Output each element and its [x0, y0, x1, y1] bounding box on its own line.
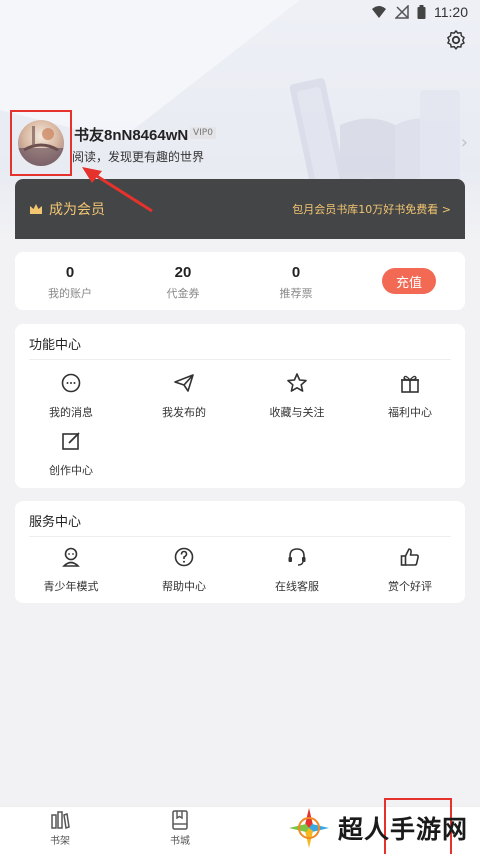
grid-item-rate-app[interactable]: 赏个好评 [360, 546, 460, 594]
nav-item-bookstore[interactable]: 书城 [150, 809, 210, 847]
help-icon [174, 547, 194, 567]
grid-item-favorites[interactable]: 收藏与关注 [247, 372, 347, 420]
nav-label: 书架 [50, 836, 70, 847]
function-center-card: 功能中心 我的消息 我发布的 收藏与关注 福利中心 创作中心 [15, 324, 465, 488]
crown-icon [30, 204, 42, 214]
voucher-value: 20 [174, 264, 192, 281]
battery-icon [417, 5, 426, 19]
grid-item-teen-mode[interactable]: 青少年模式 [21, 546, 121, 594]
avatar[interactable] [18, 120, 64, 166]
recommend-ticket[interactable]: 0 推荐票 [256, 264, 336, 301]
grid-item-messages[interactable]: 我的消息 [21, 372, 121, 420]
wifi-icon [372, 6, 386, 18]
grid-item-label: 我的消息 [49, 406, 93, 419]
nav-item-bookshelf[interactable]: 书架 [30, 809, 90, 847]
chevron-right-icon[interactable]: › [461, 132, 468, 153]
account-balance[interactable]: 0 我的账户 [30, 264, 110, 301]
thumbs-up-icon [400, 548, 419, 566]
nav-label: 书城 [170, 836, 190, 847]
annotation-arrow [82, 167, 153, 213]
bookshelf-icon [51, 811, 70, 829]
bookstore-icon [172, 810, 188, 830]
grid-item-label: 创作中心 [49, 464, 93, 477]
grid-item-published[interactable]: 我发布的 [134, 372, 234, 420]
headset-icon [288, 548, 306, 566]
grid-item-help[interactable]: 帮助中心 [134, 546, 234, 594]
divider [29, 536, 451, 537]
grid-item-label: 福利中心 [388, 406, 432, 419]
grid-item-label: 青少年模式 [43, 580, 99, 593]
recharge-button[interactable]: 充值 [382, 268, 436, 294]
grid-item-label: 赏个好评 [388, 580, 432, 593]
profile-slogan: 阅读，发现更有趣的世界 [72, 150, 205, 164]
divider [29, 359, 451, 360]
recommend-ticket-label: 推荐票 [279, 287, 313, 300]
avatar-image [18, 126, 64, 166]
watermark-text: 超人手游网 [338, 815, 469, 844]
clock: 11:20 [434, 4, 468, 20]
voucher[interactable]: 20 代金券 [143, 264, 223, 301]
gift-icon [401, 375, 419, 393]
function-center-title: 功能中心 [29, 338, 82, 353]
account-card: 0 我的账户 20 代金券 0 推荐票 充值 [15, 252, 465, 310]
grid-item-label: 在线客服 [275, 580, 319, 593]
settings-button[interactable] [444, 28, 468, 52]
account-balance-value: 0 [65, 264, 75, 281]
grid-item-label: 帮助中心 [162, 580, 206, 593]
grid-item-creator[interactable]: 创作中心 [21, 430, 121, 478]
no-signal-icon [395, 5, 409, 19]
send-icon [174, 374, 194, 392]
status-bar: 11:20 [0, 0, 480, 24]
edit-icon [62, 432, 80, 450]
message-icon [61, 373, 81, 393]
profile-row[interactable]: 书友8nN8464wN VIP0 阅读，发现更有趣的世界 › [10, 110, 470, 176]
grid-item-label: 我发布的 [162, 406, 206, 419]
service-center-card: 服务中心 青少年模式 帮助中心 在线客服 赏个好评 [15, 501, 465, 603]
grid-item-customer-service[interactable]: 在线客服 [247, 546, 347, 594]
username: 书友8nN8464wN [74, 127, 189, 144]
watermark: 超人手游网 [286, 802, 480, 854]
star-icon [287, 373, 307, 392]
account-balance-label: 我的账户 [48, 287, 92, 300]
teen-icon [62, 547, 80, 567]
grid-item-label: 收藏与关注 [269, 406, 325, 419]
gear-icon [447, 30, 465, 50]
grid-item-benefits[interactable]: 福利中心 [360, 372, 460, 420]
voucher-label: 代金券 [166, 287, 200, 300]
vip-banner-promo[interactable]: 包月会员书库10万好书免费看 > [292, 201, 451, 217]
watermark-logo-icon [289, 808, 329, 848]
service-center-title: 服务中心 [29, 515, 82, 530]
vip-level-badge: VIP0 [190, 127, 216, 139]
recommend-ticket-value: 0 [291, 264, 301, 281]
